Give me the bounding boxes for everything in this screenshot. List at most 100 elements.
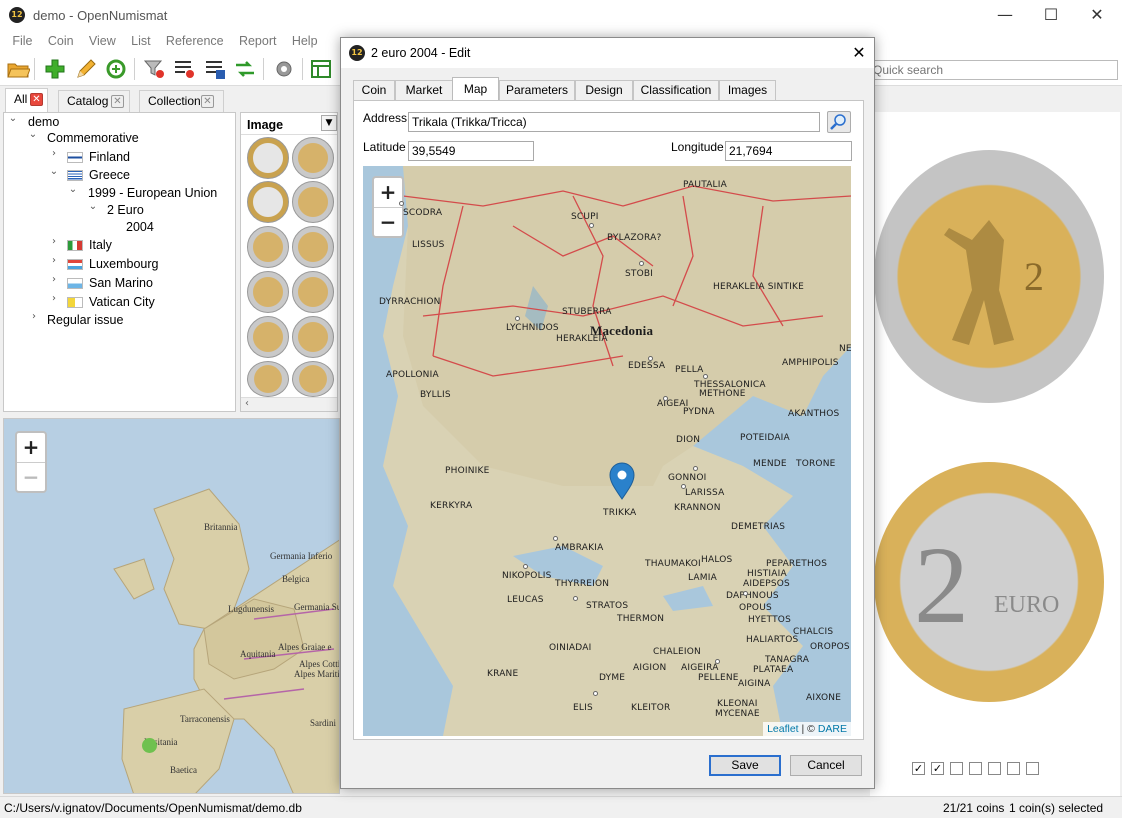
zoom-out-button[interactable]: −: [17, 462, 45, 491]
menu-reference[interactable]: Reference: [160, 30, 230, 52]
coin-thumbnail[interactable]: [292, 181, 334, 223]
image-checkbox[interactable]: [969, 762, 982, 775]
collapse-arrow-icon[interactable]: ›: [49, 255, 59, 273]
longitude-field[interactable]: [725, 141, 852, 161]
edit-pencil-icon[interactable]: [74, 57, 98, 81]
address-field[interactable]: [408, 112, 820, 132]
add-coin-icon[interactable]: [43, 57, 67, 81]
zoom-out-button[interactable]: −: [374, 207, 402, 236]
tab-classification[interactable]: Classification: [633, 80, 719, 100]
collapse-arrow-icon[interactable]: ›: [49, 236, 59, 254]
tree-item-vatican[interactable]: Vatican City: [89, 293, 155, 311]
cancel-button[interactable]: Cancel: [790, 755, 862, 776]
tree-item-greece[interactable]: Greece: [89, 166, 130, 184]
tab-design[interactable]: Design: [575, 80, 633, 100]
tree-item-year[interactable]: 2004: [126, 218, 154, 236]
coin-thumbnail[interactable]: [247, 181, 289, 223]
list-sync-icon[interactable]: [233, 57, 257, 81]
tree-item-year-group[interactable]: 1999 - European Union: [88, 184, 217, 202]
tab-all[interactable]: All ✕: [5, 88, 48, 113]
tab-map[interactable]: Map: [452, 77, 499, 101]
collapse-arrow-icon[interactable]: ›: [49, 274, 59, 292]
city-dot: [648, 356, 653, 361]
close-tab-icon[interactable]: ✕: [30, 93, 43, 106]
menu-coin[interactable]: Coin: [42, 30, 80, 52]
dialog-close-icon[interactable]: ✕: [848, 42, 870, 64]
image-checkbox[interactable]: [988, 762, 1001, 775]
maximize-icon[interactable]: ☐: [1028, 0, 1074, 30]
latitude-field[interactable]: [408, 141, 534, 161]
expand-arrow-icon[interactable]: ⌄: [49, 166, 59, 184]
menu-view[interactable]: View: [83, 30, 122, 52]
expand-arrow-icon[interactable]: ⌄: [68, 184, 78, 202]
menu-list[interactable]: List: [125, 30, 156, 52]
coin-thumbnail[interactable]: [292, 271, 334, 313]
coin-thumbnail[interactable]: [247, 226, 289, 268]
tree-item-denomination[interactable]: 2 Euro: [107, 201, 144, 219]
tab-images[interactable]: Images: [719, 80, 776, 100]
image-checkbox[interactable]: [1026, 762, 1039, 775]
tab-coin[interactable]: Coin: [353, 80, 395, 100]
collection-map[interactable]: + − Britannia Germania Inferio Belgica L…: [3, 418, 340, 794]
collapse-arrow-icon[interactable]: ›: [49, 148, 59, 166]
close-tab-icon[interactable]: ✕: [201, 95, 214, 108]
close-icon[interactable]: ✕: [1074, 0, 1120, 30]
coin-thumbnail[interactable]: [247, 271, 289, 313]
tab-market[interactable]: Market: [395, 80, 453, 100]
open-folder-icon[interactable]: [6, 57, 30, 81]
horizontal-scrollbar[interactable]: ‹: [241, 397, 337, 411]
dare-link[interactable]: DARE: [818, 723, 847, 735]
list-save-icon[interactable]: [203, 57, 227, 81]
tree-item-commemorative[interactable]: Commemorative: [47, 129, 139, 147]
collapse-arrow-icon[interactable]: ›: [29, 311, 39, 329]
image-checkbox[interactable]: ✓: [912, 762, 925, 775]
menu-help[interactable]: Help: [286, 30, 324, 52]
settings-gear-icon[interactable]: [272, 57, 296, 81]
vatican-flag-icon: [67, 297, 83, 308]
expand-arrow-icon[interactable]: ⌄: [8, 113, 18, 131]
city-dot: [515, 316, 520, 321]
location-marker[interactable]: [142, 738, 157, 753]
coin-thumbnail[interactable]: [247, 137, 289, 179]
table-view-icon[interactable]: [309, 57, 333, 81]
coin-reverse-image[interactable]: 2 EURO: [874, 462, 1104, 702]
coin-thumbnail[interactable]: [292, 226, 334, 268]
tree-item-luxembourg[interactable]: Luxembourg: [89, 255, 159, 273]
quick-search-input[interactable]: [868, 60, 1118, 80]
location-map[interactable]: + − Macedonia PAUTALIA SCODRA SCUPI BYLA…: [363, 166, 851, 736]
clone-coin-icon[interactable]: [104, 57, 128, 81]
tree-item-italy[interactable]: Italy: [89, 236, 112, 254]
scroll-left-icon[interactable]: ‹: [245, 398, 249, 409]
tree-item-finland[interactable]: Finland: [89, 148, 130, 166]
coin-thumbnail[interactable]: [247, 316, 289, 358]
coin-obverse-image[interactable]: 2: [874, 150, 1104, 403]
list-delete-icon[interactable]: [172, 57, 196, 81]
minimize-icon[interactable]: —: [982, 0, 1028, 30]
zoom-in-button[interactable]: +: [374, 178, 402, 207]
coin-thumbnail[interactable]: [292, 361, 334, 397]
image-checkbox[interactable]: [1007, 762, 1020, 775]
chevron-down-icon[interactable]: ▼: [321, 115, 337, 131]
zoom-in-button[interactable]: +: [17, 433, 45, 462]
tab-parameters[interactable]: Parameters: [499, 80, 575, 100]
image-checkbox[interactable]: [950, 762, 963, 775]
tree-item-regular[interactable]: Regular issue: [47, 311, 123, 329]
location-pin-icon[interactable]: [609, 462, 635, 500]
close-tab-icon[interactable]: ✕: [111, 95, 124, 108]
coin-thumbnail[interactable]: [292, 137, 334, 179]
tree-item-san-marino[interactable]: San Marino: [89, 274, 153, 292]
menu-report[interactable]: Report: [233, 30, 283, 52]
image-checkbox[interactable]: ✓: [931, 762, 944, 775]
coin-thumbnail[interactable]: [292, 316, 334, 358]
expand-arrow-icon[interactable]: ⌄: [28, 129, 38, 147]
coin-thumbnail[interactable]: [247, 361, 289, 397]
filter-clear-icon[interactable]: [142, 57, 166, 81]
tab-catalog[interactable]: Catalog ✕: [58, 90, 130, 112]
menu-file[interactable]: File: [6, 30, 38, 52]
tab-collection[interactable]: Collection ✕: [139, 90, 224, 112]
save-button[interactable]: Save: [709, 755, 781, 776]
address-search-button[interactable]: [827, 111, 851, 133]
collapse-arrow-icon[interactable]: ›: [49, 293, 59, 311]
leaflet-link[interactable]: Leaflet: [767, 723, 799, 735]
expand-arrow-icon[interactable]: ⌄: [88, 201, 98, 219]
